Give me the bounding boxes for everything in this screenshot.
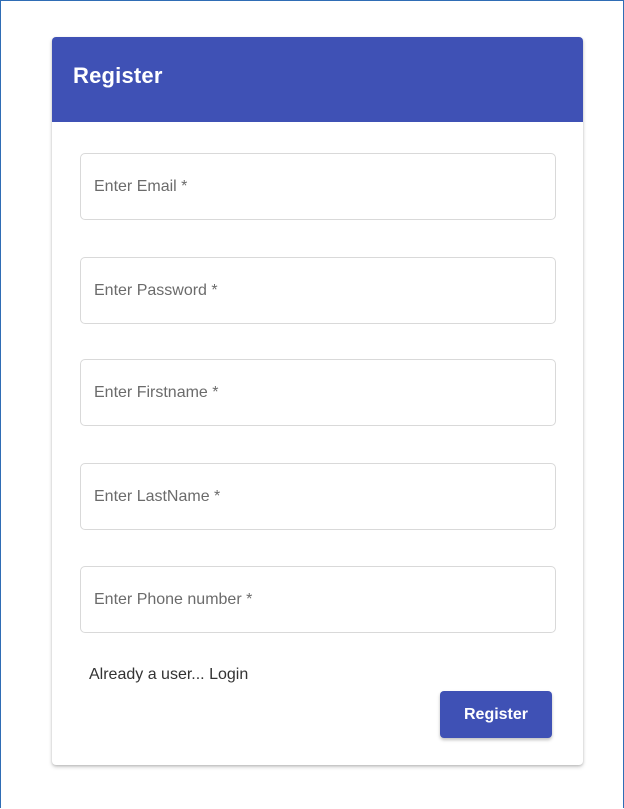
password-input[interactable]	[81, 258, 555, 323]
email-input[interactable]	[81, 154, 555, 219]
page-title: Register	[73, 63, 163, 88]
email-field[interactable]	[80, 153, 556, 220]
lastname-input[interactable]	[81, 464, 555, 529]
firstname-field[interactable]	[80, 359, 556, 426]
register-card: Register Already a user... Login Registe…	[52, 37, 583, 765]
lastname-field[interactable]	[80, 463, 556, 530]
phone-field[interactable]	[80, 566, 556, 633]
login-link[interactable]: Already a user... Login	[89, 666, 248, 684]
firstname-input[interactable]	[81, 360, 555, 425]
phone-input[interactable]	[81, 567, 555, 632]
password-field[interactable]	[80, 257, 556, 324]
card-header: Register	[52, 37, 583, 122]
register-button[interactable]: Register	[440, 691, 552, 738]
page-frame: Register Already a user... Login Registe…	[0, 0, 624, 808]
